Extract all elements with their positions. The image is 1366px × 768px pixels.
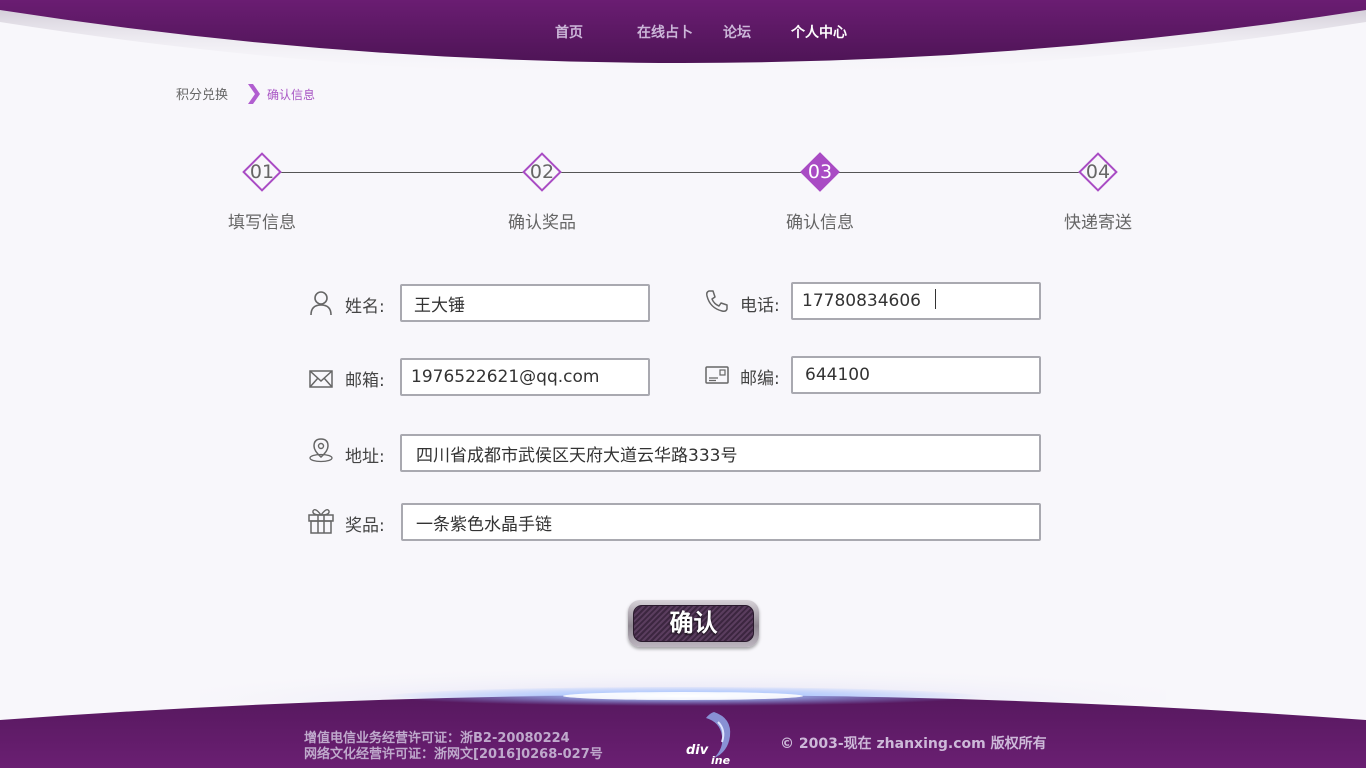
step-number: 04 [1085, 161, 1111, 183]
postcode-icon [705, 366, 729, 384]
name-label: 姓名: [345, 297, 385, 317]
svg-text:div: div [686, 743, 709, 758]
email-label: 邮箱: [345, 371, 385, 391]
step-2: 02 确认奖品 [482, 140, 602, 240]
phone-icon [706, 290, 728, 312]
mail-icon [309, 370, 333, 388]
postcode-label: 邮编: [740, 369, 780, 389]
svg-text:ine: ine [711, 754, 731, 767]
nav-forum[interactable]: 论坛 [723, 22, 751, 42]
step-label: 填写信息 [228, 213, 296, 233]
step-4: 04 快递寄送 [1038, 140, 1158, 240]
nav-online-divination[interactable]: 在线占卜 [637, 22, 693, 42]
step-label: 确认奖品 [508, 213, 576, 233]
footer-copyright: © 2003-现在 zhanxing.com 版权所有 [780, 736, 1047, 752]
phone-field[interactable] [791, 282, 1041, 320]
nav-personal-center[interactable]: 个人中心 [791, 22, 847, 42]
step-3: 03 确认信息 [760, 140, 880, 240]
location-icon [309, 438, 333, 463]
step-number: 01 [249, 161, 275, 183]
text-cursor [935, 289, 936, 309]
email-field[interactable] [400, 358, 650, 396]
breadcrumb-current: 确认信息 [267, 88, 316, 102]
address-label: 地址: [345, 447, 385, 467]
step-diamond-icon: 04 [1078, 152, 1118, 192]
top-nav: 首页 在线占卜 论坛 个人中心 [0, 0, 1366, 64]
address-field[interactable] [400, 434, 1041, 472]
step-diamond-icon: 03 [800, 152, 840, 192]
step-1: 01 填写信息 [202, 140, 322, 240]
footer-banner [0, 640, 1366, 768]
steps-connector-line [264, 172, 1098, 173]
step-label: 确认信息 [786, 213, 854, 233]
breadcrumb-points-exchange[interactable]: 积分兑换 [176, 84, 228, 103]
step-diamond-icon: 02 [522, 152, 562, 192]
chevron-right-icon [248, 84, 260, 104]
step-number: 02 [529, 161, 555, 183]
footer-license-culture: 网络文化经营许可证：浙网文[2016]0268-027号 [304, 747, 603, 762]
step-diamond-icon: 01 [242, 152, 282, 192]
step-label: 快递寄送 [1064, 213, 1132, 233]
postcode-field[interactable] [791, 356, 1041, 394]
gift-icon [308, 508, 334, 534]
progress-steps: 01 填写信息 02 确认奖品 03 确认信息 04 快递寄送 [0, 140, 1366, 250]
divine-logo: div ine [686, 712, 731, 767]
user-icon [310, 291, 332, 316]
step-number: 03 [807, 161, 833, 183]
nav-home[interactable]: 首页 [555, 22, 583, 42]
prize-field[interactable] [401, 503, 1041, 541]
prize-label: 奖品: [345, 516, 385, 536]
name-field[interactable] [400, 284, 650, 322]
phone-label: 电话: [740, 296, 780, 316]
